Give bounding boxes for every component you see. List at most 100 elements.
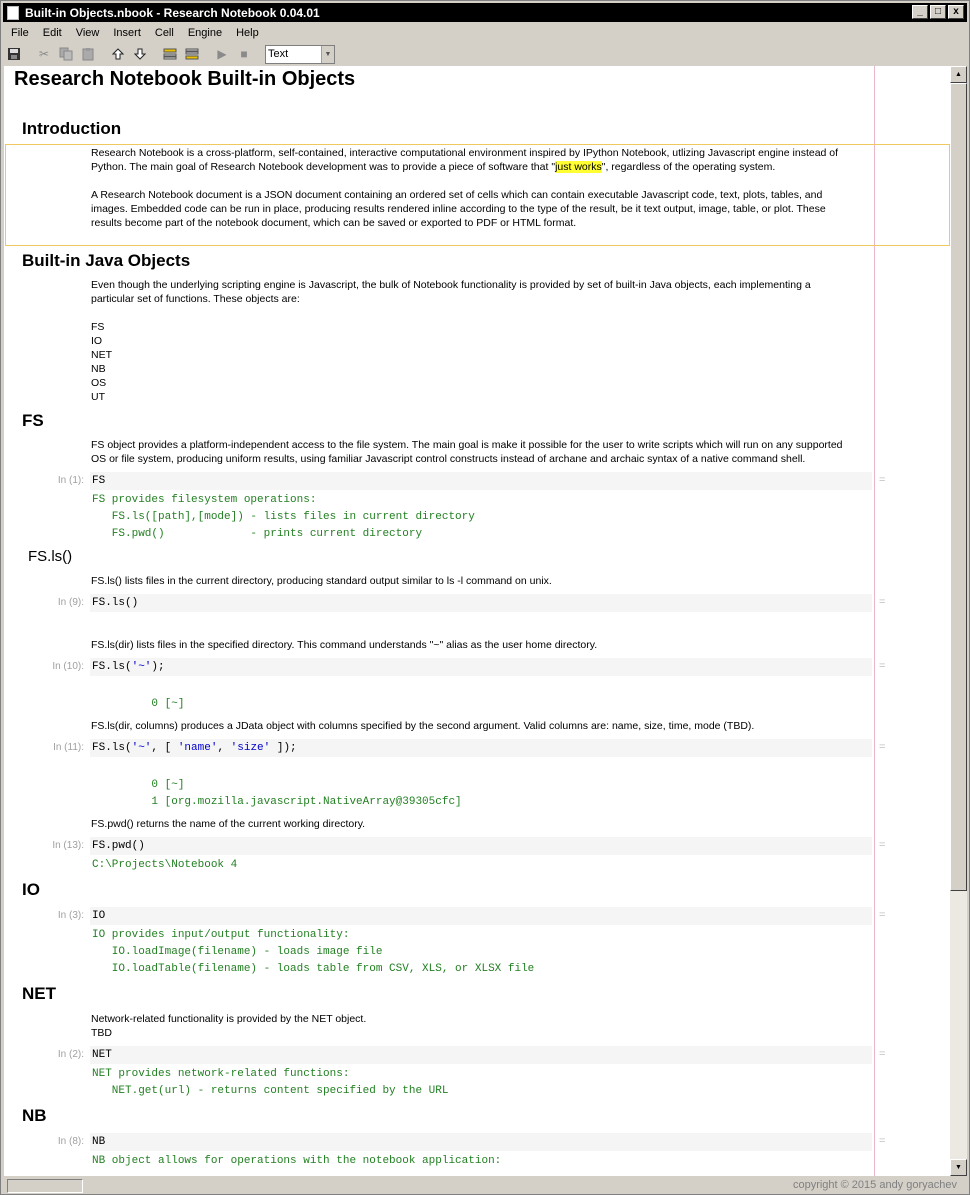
list-item: NET (91, 349, 112, 361)
toolbar: ✂ ▶ ■ Text ▼ (3, 43, 967, 65)
menu-cell[interactable]: Cell (147, 27, 180, 39)
vertical-scrollbar[interactable]: ▲ ▼ (950, 66, 967, 1176)
cell-handle[interactable]: = (879, 596, 885, 608)
intro-paragraph-2: A Research Notebook document is a JSON d… (91, 188, 873, 230)
fs-ls-paragraph-1: FS.ls() lists files in the current direc… (91, 575, 552, 587)
code-string: '~' (131, 742, 152, 754)
menu-edit[interactable]: Edit (35, 27, 68, 39)
fs-ls-paragraph-2: FS.ls(dir) lists files in the specified … (91, 639, 598, 651)
chevron-down-icon[interactable]: ▼ (321, 45, 334, 63)
close-button[interactable]: x (948, 5, 964, 19)
code-cell[interactable]: FS (90, 472, 872, 490)
cell-prompt: In (10): (52, 661, 84, 672)
scroll-up-icon[interactable]: ▲ (950, 66, 967, 83)
cell-handle[interactable]: = (879, 839, 885, 851)
cell-handle[interactable]: = (879, 474, 885, 486)
fs-paragraph: FS object provides a platform-independen… (91, 438, 873, 466)
menu-engine[interactable]: Engine (180, 27, 228, 39)
objects-list: FS IO NET NB OS UT (91, 320, 873, 404)
text-line: OS or file system, producing uniform res… (91, 453, 806, 465)
menu-bar: File Edit View Insert Cell Engine Help (3, 23, 967, 42)
code-cell[interactable]: NB (90, 1133, 872, 1151)
code-token: , (217, 742, 231, 754)
code-cell[interactable]: FS.ls('~', [ 'name', 'size' ]); (90, 739, 872, 757)
title-bar: Built-in Objects.nbook - Research Notebo… (3, 3, 967, 22)
scrollbar-thumb[interactable] (950, 83, 967, 891)
net-paragraph: Network-related functionality is provide… (91, 1012, 873, 1040)
code-token: FS.ls( (92, 661, 132, 673)
text-line: Research Notebook is a cross-platform, s… (91, 147, 839, 159)
menu-insert[interactable]: Insert (105, 27, 147, 39)
code-cell[interactable]: NET (90, 1046, 872, 1064)
text-line: results become part of the notebook docu… (91, 217, 577, 229)
minimize-button[interactable]: _ (912, 5, 928, 19)
cell-prompt: In (1): (57, 475, 84, 486)
text-line: A Research Notebook document is a JSON d… (91, 189, 823, 201)
heading-fs: FS (22, 411, 44, 430)
code-cell[interactable]: IO (90, 907, 872, 925)
paste-icon[interactable] (77, 44, 99, 64)
list-item: UT (91, 391, 105, 403)
text-line: Python. The main goal of Research Notebo… (91, 160, 873, 174)
code-cell[interactable]: FS.pwd() (90, 837, 872, 855)
cell-output: 0 [~] 1 [org.mozilla.javascript.NativeAr… (151, 779, 462, 808)
copy-icon[interactable] (55, 44, 77, 64)
cell-type-select[interactable]: Text ▼ (265, 44, 335, 64)
fs-ls-paragraph-3: FS.ls(dir, columns) produces a JData obj… (91, 720, 755, 732)
text-line: TBD (91, 1027, 112, 1039)
heading-io: IO (22, 880, 40, 899)
code-token: , [ (151, 742, 178, 754)
cell-prompt: In (11): (53, 742, 84, 753)
move-down-icon[interactable] (129, 44, 151, 64)
code-token: ); (151, 661, 165, 673)
cell-type-value: Text (268, 48, 289, 60)
menu-file[interactable]: File (3, 27, 35, 39)
menu-help[interactable]: Help (228, 27, 265, 39)
list-item: IO (91, 335, 103, 347)
move-up-icon[interactable] (107, 44, 129, 64)
list-item: OS (91, 377, 107, 389)
cell-output: NB object allows for operations with the… (92, 1155, 502, 1167)
notebook-document[interactable]: Research Notebook Built-in Objects Intro… (4, 66, 950, 1176)
status-bar: copyright © 2015 andy goryachev (3, 1177, 967, 1194)
maximize-button[interactable]: □ (930, 5, 946, 19)
text-span: ", regardless of the operating system. (601, 161, 776, 173)
menu-view[interactable]: View (68, 27, 106, 39)
text-line: Network-related functionality is provide… (91, 1013, 367, 1025)
code-cell[interactable]: FS.ls() (90, 594, 872, 612)
insert-cell-below-icon[interactable] (181, 44, 203, 64)
cell-handle[interactable]: = (879, 1135, 885, 1147)
heading-introduction: Introduction (22, 119, 122, 138)
text-line: particular set of functions. These objec… (91, 293, 300, 305)
cell-output: FS provides filesystem operations: FS.ls… (92, 494, 475, 540)
cell-prompt: In (9): (57, 597, 84, 608)
code-string: 'name' (177, 742, 218, 754)
list-item: FS (91, 321, 105, 333)
cell-output: 0 [~] (92, 698, 185, 710)
cell-output: C:\Projects\Notebook 4 (92, 859, 238, 871)
intro-paragraph-1: Research Notebook is a cross-platform, s… (91, 146, 873, 174)
heading-nb: NB (22, 1106, 47, 1125)
text-line: FS object provides a platform-independen… (91, 439, 843, 451)
cell-prompt: In (3): (57, 910, 84, 921)
scroll-down-icon[interactable]: ▼ (950, 1159, 967, 1176)
stop-icon[interactable]: ■ (233, 44, 255, 64)
save-icon[interactable] (3, 44, 25, 64)
cell-prompt: In (2): (57, 1049, 84, 1060)
code-cell[interactable]: FS.ls('~'); (90, 658, 872, 676)
cell-output: IO provides input/output functionality: … (92, 929, 535, 975)
cut-icon[interactable]: ✂ (33, 44, 55, 64)
document-icon (7, 5, 19, 20)
insert-cell-above-icon[interactable] (159, 44, 181, 64)
code-token: ]); (270, 742, 297, 754)
cell-handle[interactable]: = (879, 909, 885, 921)
status-field (7, 1178, 83, 1193)
cell-handle[interactable]: = (879, 1048, 885, 1060)
text-line: Even though the underlying scripting eng… (91, 279, 811, 291)
cell-handle[interactable]: = (879, 660, 885, 672)
run-icon[interactable]: ▶ (211, 44, 233, 64)
highlighted-text: just works (555, 161, 602, 173)
java-paragraph: Even though the underlying scripting eng… (91, 278, 873, 306)
doc-title: Research Notebook Built-in Objects (14, 68, 356, 90)
cell-handle[interactable]: = (879, 741, 885, 753)
